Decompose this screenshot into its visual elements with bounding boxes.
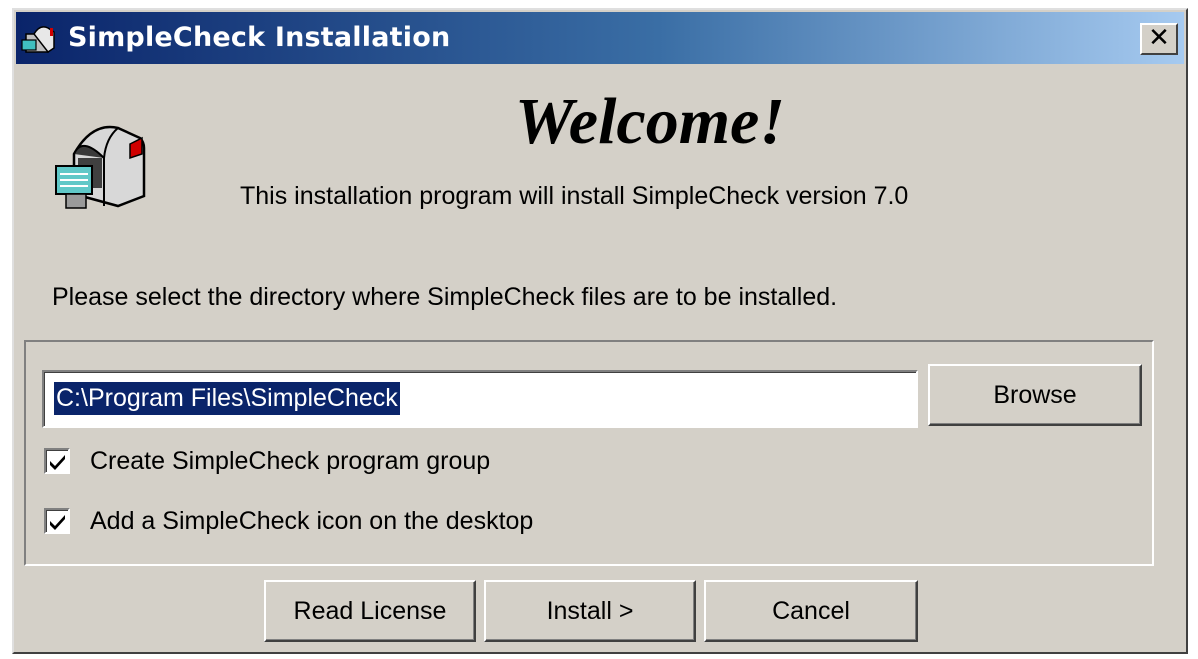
desktop-icon-label: Add a SimpleCheck icon on the desktop <box>90 506 534 535</box>
mailbox-icon <box>21 26 55 54</box>
install-button[interactable]: Install > <box>484 580 696 642</box>
close-button[interactable]: ✕ <box>1140 23 1178 55</box>
install-path-input[interactable]: C:\Program Files\SimpleCheck <box>42 370 918 428</box>
close-icon: ✕ <box>1148 23 1170 53</box>
install-path-value: C:\Program Files\SimpleCheck <box>54 382 400 415</box>
directory-prompt: Please select the directory where Simple… <box>52 283 838 311</box>
desktop-icon-option[interactable]: Add a SimpleCheck icon on the desktop <box>44 504 533 538</box>
program-group-label: Create SimpleCheck program group <box>90 446 491 475</box>
desktop-icon-checkbox[interactable] <box>44 508 70 534</box>
window-title: SimpleCheck Installation <box>68 22 451 53</box>
title-bar[interactable]: SimpleCheck Installation ✕ <box>16 12 1184 64</box>
cancel-button[interactable]: Cancel <box>704 580 918 642</box>
welcome-heading: Welcome! <box>514 85 786 158</box>
browse-button[interactable]: Browse <box>928 364 1142 426</box>
checkmark-icon <box>50 455 65 470</box>
program-group-checkbox[interactable] <box>44 448 70 474</box>
read-license-button[interactable]: Read License <box>264 580 476 642</box>
checkmark-icon <box>50 515 65 530</box>
install-subtitle: This installation program will install S… <box>240 182 909 210</box>
mailbox-icon <box>55 125 146 209</box>
program-group-option[interactable]: Create SimpleCheck program group <box>44 444 490 478</box>
